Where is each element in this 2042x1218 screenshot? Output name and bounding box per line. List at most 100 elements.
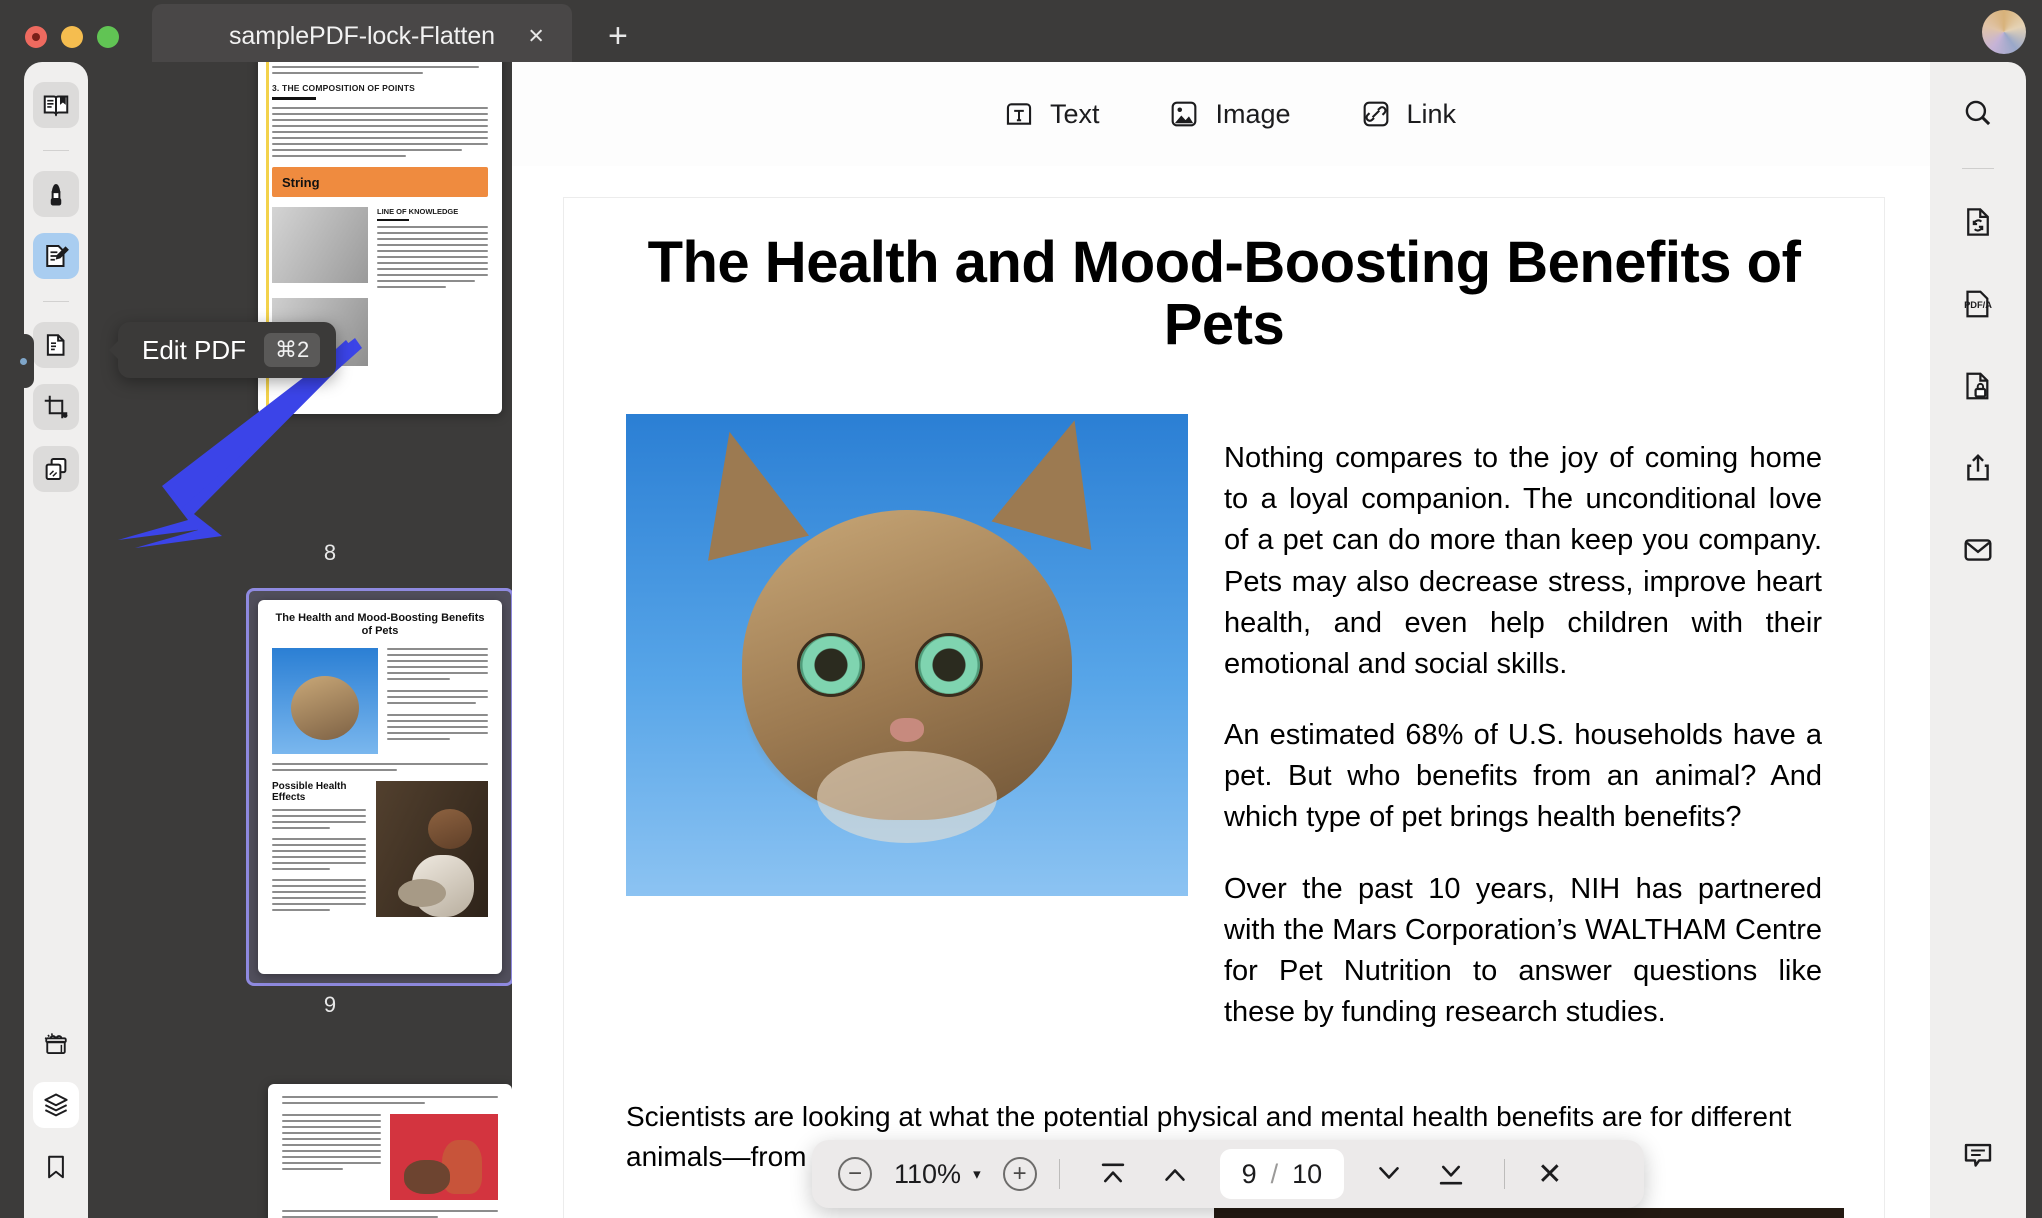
rail-divider-1 [43,150,69,151]
layers-icon [44,1093,68,1117]
cat-nose [890,717,924,742]
copy-pages-icon [45,458,67,480]
edit-pdf-tooltip: Edit PDF ⌘2 [118,322,337,378]
document-tab[interactable]: samplePDF-lock-Flatten × [152,4,572,68]
sidebar-item-compare[interactable] [33,446,79,492]
page-title: The Health and Mood-Boosting Benefits of… [647,230,1801,358]
thumb9-cat-image [272,648,378,755]
close-window-button[interactable] [25,26,47,48]
svg-text:PDF/A: PDF/A [1964,300,1992,310]
add-text-label: Text [1049,98,1100,129]
current-page-value[interactable]: 9 [1242,1159,1257,1190]
highlighter-icon [50,184,62,206]
avatar[interactable] [1982,10,2026,54]
sidebar-item-comments[interactable] [1951,1128,2005,1182]
lock-doc-icon [1966,372,1989,400]
toolbar-divider-2 [1504,1159,1506,1189]
close-toolbar-button[interactable]: ✕ [1537,1157,1562,1192]
add-text-button[interactable]: Text [1002,97,1100,131]
sidebar-item-bookmarks[interactable] [33,1144,79,1190]
content-area: Text Image Link The Health and Mood-Boos… [512,62,1946,1218]
thumb8-image-1 [272,207,368,283]
page-number-field[interactable]: 9 / 10 [1219,1149,1345,1199]
window-controls [25,26,119,48]
rail-collapse-handle[interactable] [16,334,34,388]
cat-muzzle [817,751,997,844]
add-link-button[interactable]: Link [1359,97,1457,131]
sidebar-item-layers[interactable] [33,1082,79,1128]
maximize-window-button[interactable] [97,26,119,48]
cat-ear-right [991,414,1125,551]
pdfa-icon: PDF/A [1964,290,1992,318]
crop-icon [44,395,68,419]
bookmark-icon [48,1155,64,1179]
minimize-window-button[interactable] [61,26,83,48]
sidebar-item-search[interactable] [1951,86,2005,140]
sidebar-item-crop[interactable] [33,384,79,430]
thumb8-subheading: LINE OF KNOWLEDGE [377,207,459,216]
sidebar-item-share[interactable] [1951,441,2005,495]
sidebar-item-mail[interactable] [1951,523,2005,577]
gift-icon [44,1033,67,1054]
text-box-icon [1006,103,1032,125]
zoom-level-value[interactable]: 110% [894,1159,961,1190]
sidebar-item-convert[interactable] [1951,195,2005,249]
pdf-page[interactable]: The Health and Mood-Boosting Benefits of… [564,198,1884,1218]
add-link-label: Link [1406,98,1457,129]
share-icon [1967,454,1989,481]
sidebar-item-organize-pages[interactable] [33,322,79,368]
page-viewport[interactable]: The Health and Mood-Boosting Benefits of… [512,166,1946,1218]
dog-cat-photo[interactable] [1214,1208,1844,1218]
paragraph-2: An estimated 68% of U.S. households have… [1224,719,1822,834]
sidebar-item-markup[interactable] [33,171,79,217]
left-tool-rail [16,62,88,1218]
thumbnail-page-10[interactable] [268,1084,512,1218]
close-tab-icon[interactable]: × [528,22,544,50]
zoom-in-button[interactable]: + [1002,1157,1037,1191]
app-window: samplePDF-lock-Flatten × + 3. THE COMPOS… [0,0,2042,1218]
edit-document-icon [46,245,69,267]
right-tool-rail: PDF/A [1930,62,2026,1218]
thumbnail-page-9[interactable]: The Health and Mood-Boosting Benefits of… [258,600,502,974]
next-page-icon[interactable] [1372,1157,1406,1191]
thumb9-section-heading: Possible Health Effects [272,781,347,804]
sidebar-item-reader-view[interactable] [33,82,79,128]
thumbnail-page-9-content: The Health and Mood-Boosting Benefits of… [258,600,502,974]
page-navigation-toolbar: − 110% ▾ + 9 / 10 ✕ [812,1140,1644,1208]
pages-icon [46,334,65,356]
cat-photo[interactable] [626,414,1188,897]
paragraph-1: Nothing compares to the joy of coming ho… [1224,442,1822,680]
total-pages-value: 10 [1292,1158,1323,1189]
thumb8-rule [272,97,316,100]
sidebar-item-protect[interactable] [1951,359,2005,413]
previous-page-icon[interactable] [1158,1157,1192,1191]
add-image-label: Image [1215,98,1291,129]
rail-divider-2 [43,301,69,302]
tooltip-shortcut: ⌘2 [264,333,321,367]
sidebar-item-edit-pdf[interactable] [33,233,79,279]
tab-title: samplePDF-lock-Flatten [229,21,495,50]
thumb9-title: The Health and Mood-Boosting Benefits of… [275,612,485,638]
last-page-icon[interactable] [1434,1157,1468,1191]
image-icon [1172,101,1197,127]
chevron-down-icon[interactable]: ▾ [973,1165,981,1183]
right-rail-divider [1962,168,1994,169]
add-image-button[interactable]: Image [1167,97,1291,131]
cat-eye-left [800,635,863,694]
new-tab-icon[interactable]: + [608,19,628,53]
cat-ear-left [679,419,809,561]
thumb9-dog-image [376,781,488,918]
zoom-out-button[interactable]: − [838,1157,872,1191]
search-icon [1965,100,1991,126]
mail-icon [1964,539,1992,561]
thumbnail-panel[interactable]: 3. THE COMPOSITION OF POINTS String LINE… [88,62,572,1218]
tooltip-label: Edit PDF [142,334,247,365]
convert-icon [1967,208,1989,236]
thumb8-heading: 3. THE COMPOSITION OF POINTS [272,83,416,93]
sidebar-item-pdfa[interactable]: PDF/A [1951,277,2005,331]
sidebar-item-gift[interactable] [33,1020,79,1066]
link-icon [1363,101,1388,127]
first-page-icon[interactable] [1096,1157,1130,1191]
edit-toolbar: Text Image Link [512,62,1946,166]
cat-eye-right [918,635,981,694]
